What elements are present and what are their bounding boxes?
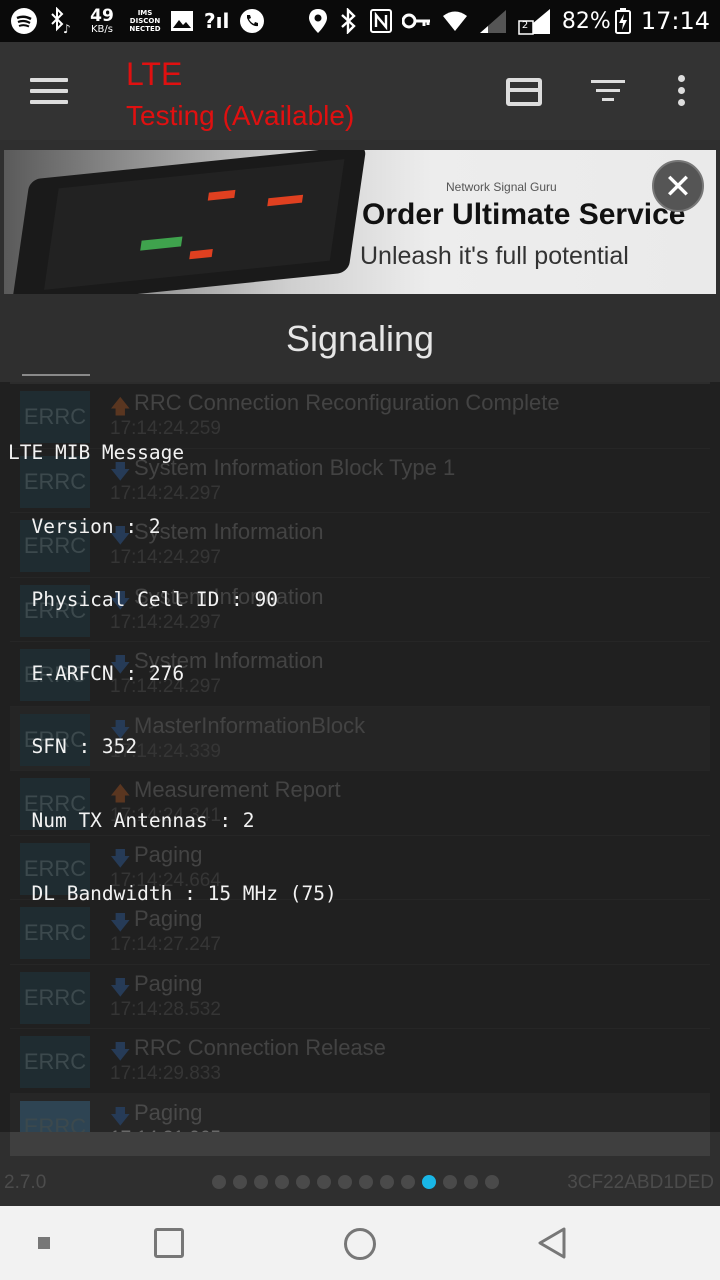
card-icon[interactable]	[506, 78, 542, 106]
message-name: Paging	[134, 1099, 203, 1125]
signal-strength-icon	[478, 6, 508, 36]
net-speed-indicator: 49 KB/s	[84, 6, 120, 36]
popup-line: Version : 2	[8, 514, 161, 538]
net-speed-value: 49	[90, 5, 114, 26]
page-dot[interactable]	[380, 1175, 394, 1189]
page-dot[interactable]	[422, 1175, 436, 1189]
page-dot[interactable]	[254, 1175, 268, 1189]
message-name: RRC Connection Release	[134, 1035, 386, 1060]
page-dot[interactable]	[485, 1175, 499, 1189]
page-indicator[interactable]	[212, 1175, 506, 1189]
footer: 2.7.0 3CF22ABD1DED	[0, 1166, 720, 1202]
gallery-icon	[170, 6, 194, 36]
status-bar: ♪ 49 KB/s IMS DISCON NECTED ?ıl 2 82% 17…	[0, 0, 720, 42]
page-dot[interactable]	[275, 1175, 289, 1189]
popup-line: E-ARFCN : 276	[8, 661, 185, 685]
key-icon	[401, 6, 432, 36]
popup-line: DL Bandwidth : 15 MHz (75)	[8, 882, 337, 905]
protocol-badge: ERRC	[20, 1036, 90, 1088]
page-dot[interactable]	[443, 1175, 457, 1189]
list-bottom-strip	[10, 1132, 710, 1156]
popup-line: SFN : 352	[8, 735, 138, 758]
app-subtitle: Testing (Available)	[126, 100, 355, 131]
tab-indicator	[22, 374, 90, 376]
popup-line: Num TX Antennas : 2	[8, 808, 255, 832]
nfc-icon	[369, 6, 392, 36]
signal-unknown-icon: ?ıl	[204, 9, 230, 33]
page-dot[interactable]	[401, 1175, 415, 1189]
location-icon	[308, 6, 328, 36]
message-time: 17:14:29.833	[110, 1063, 221, 1084]
battery-charging-icon	[614, 6, 631, 36]
ad-banner[interactable]: Network Signal Guru Order Ultimate Servi…	[4, 150, 716, 294]
menu-icon[interactable]	[30, 78, 68, 104]
bluetooth-icon	[338, 6, 360, 36]
sim-slot-label: 2	[521, 20, 529, 31]
svg-text:♪: ♪	[63, 22, 71, 35]
message-detail-popup[interactable]: LTE MIB Message Version : 2 Physical Cel…	[8, 392, 710, 931]
app-bar: LTE Testing (Available)	[0, 42, 720, 140]
clock: 17:14	[640, 7, 710, 35]
ims-status: IMS DISCON NECTED	[129, 9, 161, 33]
app-version: 2.7.0	[4, 1172, 47, 1193]
page-title: Signaling	[285, 318, 435, 359]
spotify-icon	[10, 6, 38, 36]
close-icon[interactable]: ✕	[652, 160, 704, 212]
bluetooth-music-icon: ♪	[48, 6, 74, 36]
sim2-signal-icon: 2	[518, 6, 552, 36]
page-dot[interactable]	[317, 1175, 331, 1189]
device-id: 3CF22ABD1DED	[567, 1172, 714, 1193]
message-time: 17:14:27.247	[110, 934, 221, 955]
message-time: 17:14:28.532	[110, 998, 221, 1020]
page-dot[interactable]	[359, 1175, 373, 1189]
list-item[interactable]: ERRC 🡇 Paging 17:14:28.532	[10, 965, 710, 1029]
popup-line: Physical Cell ID : 90	[8, 588, 279, 611]
page-dot[interactable]	[338, 1175, 352, 1189]
wifi-icon	[442, 6, 468, 36]
recent-apps-icon[interactable]	[154, 1228, 184, 1258]
back-icon[interactable]	[536, 1226, 568, 1260]
ad-subtitle: Unleash it's full potential	[360, 242, 629, 270]
app-title: LTE	[126, 56, 183, 92]
screen: { "status_bar": { "net_speed_value": "49…	[0, 0, 720, 1280]
page-dot[interactable]	[212, 1175, 226, 1189]
page-dot[interactable]	[233, 1175, 247, 1189]
ad-title: Order Ultimate Service	[362, 198, 686, 231]
home-icon[interactable]	[344, 1228, 376, 1260]
page-dot[interactable]	[464, 1175, 478, 1189]
status-right: 2 82% 17:14	[308, 6, 710, 36]
phone-call-icon	[239, 6, 265, 36]
navigation-bar	[0, 1206, 720, 1280]
ad-phone-image	[11, 150, 367, 294]
ad-brand: Network Signal Guru	[446, 180, 557, 194]
filter-icon[interactable]	[590, 80, 626, 104]
message-name: Paging	[134, 970, 203, 996]
battery-percent: 82%	[561, 8, 611, 34]
popup-title: LTE MIB Message	[8, 441, 185, 464]
list-item[interactable]: ERRC 🡇 RRC Connection Release 17:14:29.8…	[10, 1029, 710, 1094]
nav-notification-icon[interactable]	[38, 1237, 50, 1249]
protocol-badge: ERRC	[20, 971, 90, 1024]
page-dot[interactable]	[296, 1175, 310, 1189]
more-vert-icon[interactable]	[674, 75, 688, 109]
net-speed-unit: KB/s	[91, 23, 113, 35]
